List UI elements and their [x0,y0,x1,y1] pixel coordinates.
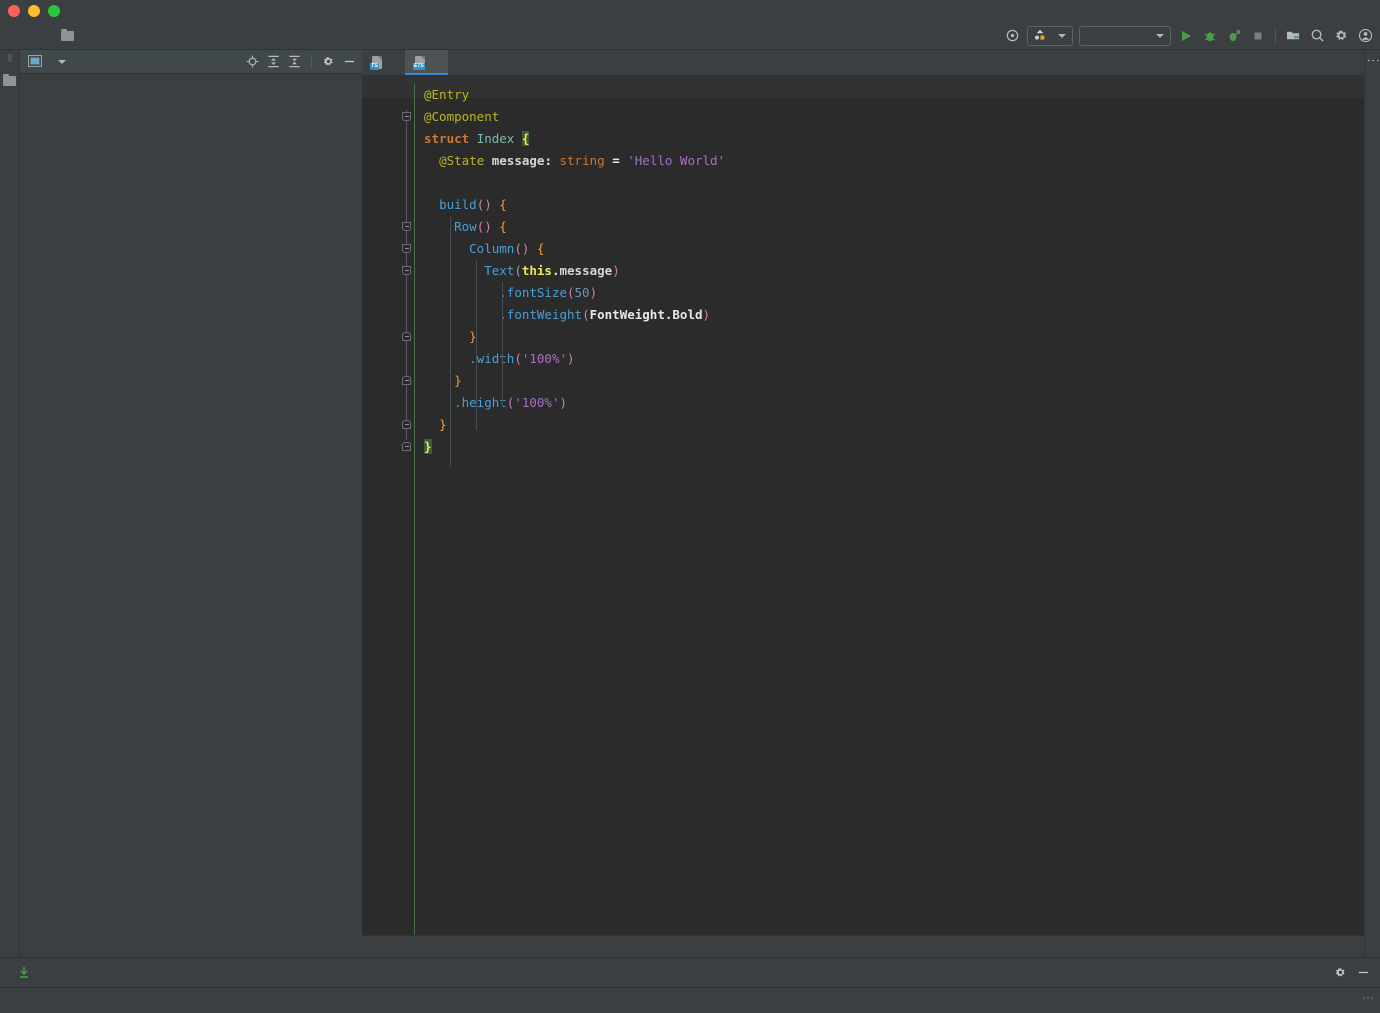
build-icon [18,966,32,980]
line-number-gutter [362,76,398,935]
source-code[interactable]: @Entry @Component struct Index { @State … [424,84,1364,458]
code-content[interactable]: @Entry @Component struct Index { @State … [414,76,1364,935]
sidebar-item-project[interactable] [7,54,12,62]
breadcrumb [10,28,82,44]
left-tool-window-top-group [2,54,17,88]
status-bar: ··· [0,987,1380,1013]
sidebar-item-structure[interactable] [8,927,12,935]
fold-marker[interactable] [402,332,411,341]
editor-tab-entryability[interactable]: TS [362,50,405,75]
search-icon[interactable] [1308,27,1326,45]
maximize-window-button[interactable] [48,5,60,17]
code-editor[interactable]: @Entry @Component struct Index { @State … [362,76,1364,935]
project-panel-actions [246,55,356,68]
fold-marker[interactable] [402,222,411,231]
fold-marker[interactable] [402,442,411,451]
fold-marker[interactable] [402,420,411,429]
profile-icon[interactable] [1225,27,1243,45]
account-icon[interactable] [1356,27,1374,45]
main-content: TS ETS @Entry @Component struct Index {… [0,50,1380,957]
window-controls[interactable] [8,5,60,17]
collapse-all-icon[interactable] [288,55,301,68]
editor-tab-bar: TS ETS [362,50,1364,76]
settings-icon[interactable] [1334,966,1347,979]
target-icon[interactable] [1003,27,1021,45]
run-icon[interactable] [1177,27,1195,45]
hide-panel-icon[interactable] [1357,966,1370,979]
fold-marker[interactable] [402,266,411,275]
toolbar-divider [1275,27,1276,44]
project-file-tree[interactable] [20,74,362,957]
breadcrumb-item-entry[interactable] [22,35,28,37]
run-tool-window [0,957,1380,987]
hide-panel-icon[interactable] [343,55,356,68]
main-toolbar [0,22,1380,50]
sidebar-item-bookmarks[interactable] [8,945,12,953]
toolbar-actions [1003,25,1374,46]
fold-marker[interactable] [402,112,411,121]
window-title-bar [0,0,1380,22]
run-configuration-selector[interactable] [1027,25,1073,46]
settings-icon[interactable] [322,55,335,68]
folder-icon [61,28,75,43]
panel-divider [311,55,312,68]
expand-all-icon[interactable] [267,55,280,68]
device-selector[interactable] [1079,25,1171,46]
editor-tab-index[interactable]: ETS [405,50,448,75]
breadcrumb-item-resources[interactable] [58,28,82,44]
run-panel-actions [1334,966,1370,979]
project-tool-window [20,50,362,957]
breadcrumb-item-main[interactable] [46,35,52,37]
device-manager-icon[interactable] [1284,27,1302,45]
debug-icon[interactable] [1201,27,1219,45]
editor-area: TS ETS @Entry @Component struct Index {… [362,50,1364,957]
minimize-window-button[interactable] [28,5,40,17]
run-configuration-tab[interactable] [18,966,42,980]
left-tool-window-bar [0,50,20,957]
close-window-button[interactable] [8,5,20,17]
module-icon [1034,29,1048,43]
more-actions-icon[interactable]: ⋮ [1366,54,1380,68]
breadcrumb-item-src[interactable] [34,35,40,37]
watermark-dots-icon: ··· [1362,990,1374,1004]
ets-file-icon: ETS [413,55,427,70]
fold-marker[interactable] [402,244,411,253]
right-tool-window-bar: ⋮ [1364,50,1380,957]
chevron-down-icon [1058,33,1066,38]
fold-marker[interactable] [402,376,411,385]
locate-icon[interactable] [246,55,259,68]
editor-breadcrumb [362,935,1364,957]
project-icon [2,74,17,88]
chevron-down-icon [1156,33,1164,38]
breadcrumb-item-project[interactable] [10,35,16,37]
chevron-down-icon[interactable] [58,59,66,64]
editor-tab-actions [1348,50,1364,75]
stop-icon[interactable] [1249,27,1267,45]
left-tool-window-bottom-group [8,927,12,953]
settings-icon[interactable] [1332,27,1350,45]
project-window-icon [28,54,42,69]
project-panel-header [20,50,362,74]
typescript-file-icon: TS [370,55,384,70]
